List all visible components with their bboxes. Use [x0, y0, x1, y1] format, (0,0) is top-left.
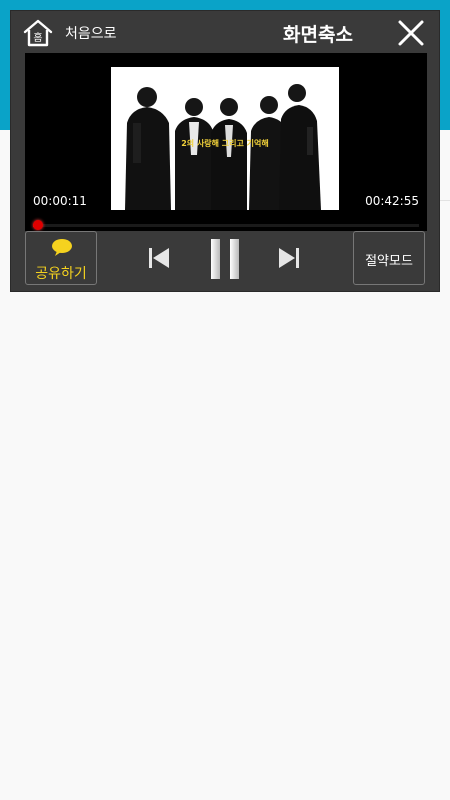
close-icon [398, 20, 424, 46]
video-area[interactable]: 2의 사랑해 그리고 기억해 00:00:11 00:42:55 [25, 53, 427, 231]
video-subtitle: 2의 사랑해 그리고 기억해 [181, 139, 269, 148]
close-button[interactable] [397, 19, 425, 47]
skip-next-icon [279, 248, 299, 268]
home-label[interactable]: 처음으로 [65, 23, 117, 43]
mini-player-window: 홈 처음으로 화면축소 2의 사랑해 그리고 기억해 00:00:11 00:4… [10, 10, 440, 292]
current-time: 00:00:11 [33, 194, 87, 208]
share-button[interactable]: 공유하기 [25, 231, 97, 285]
power-saving-mode-label: 절약모드 [365, 254, 413, 269]
seek-handle[interactable] [33, 220, 43, 230]
home-button[interactable]: 홈 [23, 18, 53, 48]
total-time: 00:42:55 [365, 194, 419, 208]
svg-text:홈: 홈 [33, 31, 42, 44]
seek-bar[interactable] [33, 220, 419, 230]
home-icon: 홈 [23, 19, 53, 47]
next-button[interactable] [277, 247, 301, 269]
skip-previous-icon [149, 248, 169, 268]
player-controls: 공유하기 절약모드 [11, 231, 441, 293]
pause-icon [211, 239, 239, 279]
divider [440, 200, 450, 201]
player-title-bar: 홈 처음으로 화면축소 [11, 11, 441, 55]
video-frame: 2의 사랑해 그리고 기억해 [111, 67, 339, 210]
share-label: 공유하기 [35, 266, 87, 282]
previous-button[interactable] [147, 247, 171, 269]
speech-bubble-icon [52, 239, 72, 256]
pause-button[interactable] [209, 237, 241, 281]
shrink-screen-title[interactable]: 화면축소 [283, 20, 353, 47]
power-saving-mode-button[interactable]: 절약모드 [353, 231, 425, 285]
